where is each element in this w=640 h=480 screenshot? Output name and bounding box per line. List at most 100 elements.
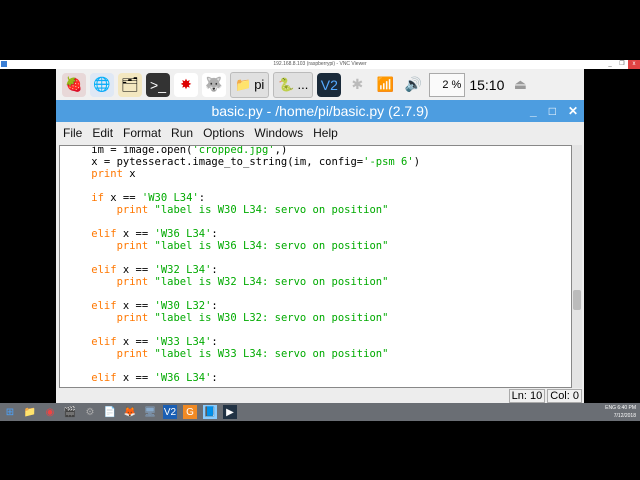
language-indicator[interactable]: ENG xyxy=(605,405,616,411)
wifi-icon[interactable]: 📶 xyxy=(373,73,397,97)
code-token: : xyxy=(211,372,218,384)
taskbar-app-6[interactable]: 🦊 xyxy=(123,405,137,419)
vnc-maximize-button[interactable]: ❐ xyxy=(616,60,628,69)
code-token: print xyxy=(66,276,149,288)
code-token: : xyxy=(211,336,218,348)
code-line: print "label is W30 L34: servo on positi… xyxy=(66,204,420,216)
taskbar-app-2[interactable]: ◉ xyxy=(43,405,57,419)
tray-time[interactable]: 6:40 PM xyxy=(617,405,636,411)
code-line: if x == 'W30 L34': xyxy=(66,192,420,204)
code-line: print "label is W33 L34: servo on positi… xyxy=(66,348,420,360)
code-token: print xyxy=(66,168,123,180)
menu-format[interactable]: Format xyxy=(123,126,161,140)
code-token: : xyxy=(211,228,218,240)
vertical-scrollbar[interactable] xyxy=(572,145,582,388)
scrollbar-thumb[interactable] xyxy=(573,290,581,310)
taskbar-app-0[interactable]: ⊞ xyxy=(3,405,17,419)
code-line: print "label is W32 L34: servo on positi… xyxy=(66,276,420,288)
taskbar-app-3[interactable]: 🎬 xyxy=(63,405,77,419)
code-line: elif x == 'W36 L34': xyxy=(66,372,420,384)
menu-windows[interactable]: Windows xyxy=(254,126,303,140)
window-title: basic.py - /home/pi/basic.py (2.7.9) xyxy=(211,103,429,119)
code-line: im = image.open('cropped.jpg',) xyxy=(66,145,420,156)
taskbar-task-0[interactable]: 📁 pi xyxy=(230,71,270,98)
terminal-icon[interactable]: >_ xyxy=(146,72,170,97)
vnc-minimize-button[interactable]: _ xyxy=(604,60,616,69)
menu-run[interactable]: Run xyxy=(171,126,193,140)
code-token: print xyxy=(66,348,149,360)
menu-options[interactable]: Options xyxy=(203,126,244,140)
python-icon: 🐍 xyxy=(278,76,295,92)
volume-icon[interactable]: 🔊 xyxy=(401,73,425,97)
taskbar-app-10[interactable]: 📘 xyxy=(203,405,217,419)
minimize-button[interactable]: _ xyxy=(530,100,537,122)
code-line: elif x == 'W32 L34': xyxy=(66,264,420,276)
code-token: "label is W30 L32: servo on position" xyxy=(148,312,389,324)
system-tray: ENG 6:40 PM 7/12/2018 xyxy=(605,404,636,420)
vnc-server-icon[interactable]: V2 xyxy=(317,72,342,97)
taskbar-app-5[interactable]: 📄 xyxy=(103,405,117,419)
web-browser-icon[interactable]: 🌐 xyxy=(90,72,114,97)
code-line: x = pytesseract.image_to_string(im, conf… xyxy=(66,156,420,168)
code-token: 'W36 L34' xyxy=(154,228,212,240)
bluetooth-icon[interactable]: ✱ xyxy=(345,73,369,97)
code-editor[interactable]: im = image.open('cropped.jpg',) x = pyte… xyxy=(59,145,572,388)
taskbar-app-1[interactable]: 📁 xyxy=(23,405,37,419)
windows-taskbar: ⊞ 📁 ◉ 🎬 ⚙ 📄 🦊 🖥 V2 G 📘 ▶ ENG 6:40 PM 7/12/2018 xyxy=(0,403,640,421)
task-label: ... xyxy=(297,77,309,92)
code-token: '-psm 6' xyxy=(363,156,414,168)
code-token: 'W36 L34' xyxy=(154,372,212,384)
code-line: print x xyxy=(66,168,420,180)
code-token: x xyxy=(122,168,136,180)
line-number: Ln: 10 xyxy=(508,389,546,403)
menu-bar: File Edit Format Run Options Windows Help xyxy=(56,122,584,144)
taskbar-app-8[interactable]: V2 xyxy=(163,405,177,419)
idle-titlebar: basic.py - /home/pi/basic.py (2.7.9) _ □ ✕ xyxy=(56,100,584,122)
code-token: 'W33 L34' xyxy=(154,336,212,348)
taskbar-app-11[interactable]: ▶ xyxy=(223,405,237,419)
code-line: print "label is W30 L32: servo on positi… xyxy=(66,312,420,324)
eject-icon[interactable]: ⏏ xyxy=(508,73,532,97)
code-token: "label is W33 L34: servo on position" xyxy=(148,348,389,360)
code-token: 'cropped.jpg' xyxy=(192,145,275,156)
raspberry-menu-icon[interactable]: 🍓 xyxy=(62,72,86,97)
taskbar-app-4[interactable]: ⚙ xyxy=(83,405,97,419)
code-token: elif xyxy=(66,372,117,384)
code-line: print "label is W36 L34: servo on positi… xyxy=(66,240,420,252)
tray-date[interactable]: 7/12/2018 xyxy=(614,413,636,419)
code-token: elif xyxy=(66,336,117,348)
mathematica-icon[interactable]: ✸ xyxy=(174,72,198,97)
menu-help[interactable]: Help xyxy=(313,126,338,140)
code-line: elif x == 'W30 L32': xyxy=(66,300,420,312)
vnc-close-button[interactable]: x xyxy=(628,60,640,69)
file-manager-icon[interactable]: 🗂 xyxy=(118,72,142,97)
code-token: ,) xyxy=(274,145,288,156)
code-text[interactable]: im = image.open('cropped.jpg',) x = pyte… xyxy=(66,145,420,384)
code-token: x == xyxy=(116,264,155,276)
task-label: pi xyxy=(254,77,265,92)
code-token: "label is W30 L34: servo on position" xyxy=(148,204,389,216)
taskbar-app-7[interactable]: 🖥 xyxy=(143,405,157,419)
menu-edit[interactable]: Edit xyxy=(92,126,113,140)
code-token: : xyxy=(211,264,218,276)
code-token: 'W32 L34' xyxy=(154,264,212,276)
pi-desktop: 🍓 🌐 🗂 >_ ✸ 🐺 📁 pi 🐍... V2 ✱ 📶 🔊 2 % 15:10 ⏏ basic.py - … xyxy=(56,69,584,405)
taskbar-task-1[interactable]: 🐍... xyxy=(273,71,314,98)
code-token: print xyxy=(66,312,149,324)
clock[interactable]: 15:10 xyxy=(469,77,504,93)
code-token: : xyxy=(211,300,218,312)
cpu-monitor: 2 % xyxy=(429,72,466,97)
close-button[interactable]: ✕ xyxy=(568,100,578,122)
code-token: 'W30 L32' xyxy=(154,300,212,312)
vnc-title: 192.168.8.103 (raspberrypi) - VNC Viewer xyxy=(273,61,367,67)
menu-file[interactable]: File xyxy=(63,126,82,140)
maximize-button[interactable]: □ xyxy=(549,100,556,122)
wolfram-icon[interactable]: 🐺 xyxy=(202,72,226,97)
lxde-panel: 🍓 🌐 🗂 >_ ✸ 🐺 📁 pi 🐍... V2 ✱ 📶 🔊 2 % 15:10 ⏏ xyxy=(56,69,584,100)
taskbar-app-9[interactable]: G xyxy=(183,405,197,419)
